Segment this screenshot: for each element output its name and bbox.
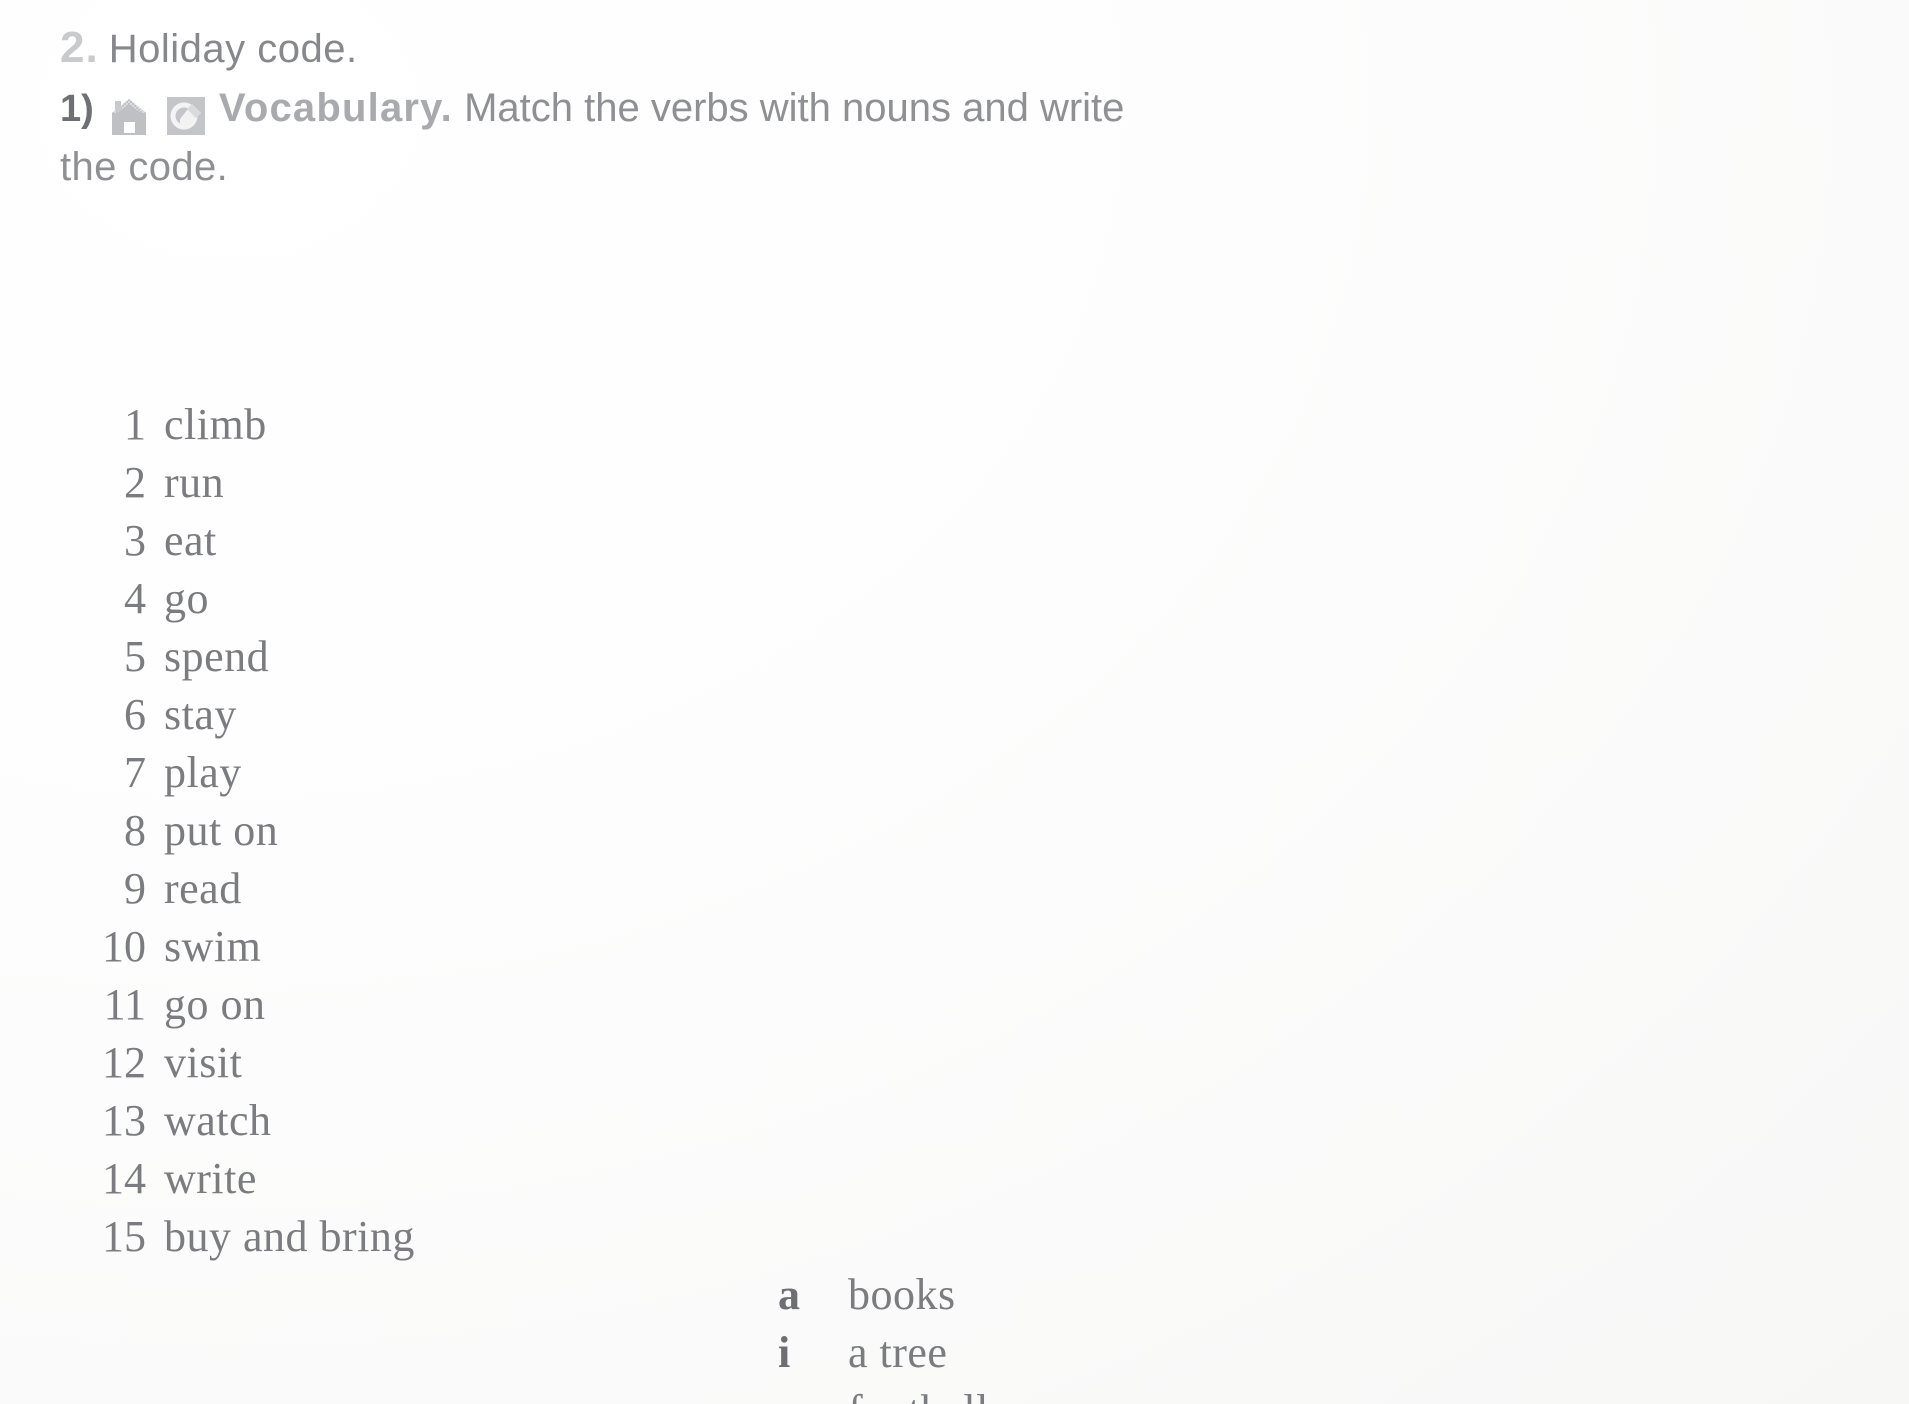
noun-key: a	[778, 1270, 800, 1319]
verb-row: 15 buy and bring	[60, 1211, 580, 1269]
verb-row: 10 swim	[60, 921, 580, 979]
verb-text: put on	[164, 806, 279, 855]
verb-row: 7 play	[60, 747, 580, 805]
noun-row: a books	[778, 1269, 1338, 1327]
verb-row: 13 watch	[60, 1095, 580, 1153]
verb-index: 12	[102, 1038, 146, 1087]
verb-index: 3	[124, 516, 146, 565]
noun-key: o	[778, 1385, 832, 1404]
verb-row: 5 spend	[60, 631, 580, 689]
verb-index: 4	[124, 574, 146, 623]
verb-row: 8 put on	[60, 805, 580, 863]
verb-text: buy and bring	[164, 1212, 415, 1261]
sub-exercise-number: 1)	[60, 88, 94, 130]
verb-index: 6	[124, 690, 146, 739]
verb-index: 13	[102, 1096, 146, 1145]
vocabulary-label: Vocabulary.	[218, 86, 453, 130]
verb-text: eat	[164, 516, 217, 565]
verb-row: 4 go	[60, 573, 580, 631]
verb-text: go on	[164, 980, 266, 1029]
house-icon	[108, 95, 150, 137]
exercise-header: 2. Holiday code. 1) Vocabulary. Match th…	[60, 22, 1780, 193]
verb-index: 7	[124, 748, 146, 797]
verb-text: write	[164, 1154, 257, 1203]
instruction-text-line1: Match the verbs with nouns and write	[464, 86, 1125, 130]
noun-text: football	[832, 1385, 989, 1404]
noun-text: books	[848, 1270, 956, 1319]
verb-row: 6 stay	[60, 689, 580, 747]
verb-row: 9 read	[60, 863, 580, 921]
verb-text: go	[164, 574, 209, 623]
verb-index: 9	[124, 864, 146, 913]
verb-text: read	[164, 864, 242, 913]
exercise-number: 2.	[60, 23, 99, 72]
verb-row: 3 eat	[60, 515, 580, 573]
verb-text: watch	[164, 1096, 272, 1145]
verb-index: 2	[124, 458, 146, 507]
noun-key: i	[778, 1328, 791, 1377]
verb-row: 11 go on	[60, 979, 580, 1037]
verb-index: 5	[124, 632, 146, 681]
verb-text: visit	[164, 1038, 243, 1087]
verb-row: 14 write	[60, 1153, 580, 1211]
verb-index: 1	[124, 400, 146, 449]
verb-text: spend	[164, 632, 270, 681]
page-title: Holiday code.	[108, 27, 358, 71]
verb-index: 15	[102, 1212, 146, 1261]
noun-row: o football	[778, 1385, 1338, 1404]
noun-text: a tree	[848, 1328, 948, 1377]
verb-row: 12 visit	[60, 1037, 580, 1095]
verb-row: 2 run	[60, 457, 580, 515]
worksheet-page: 2. Holiday code. 1) Vocabulary. Match th…	[0, 0, 1909, 1404]
instruction-text-line2: the code.	[60, 145, 229, 189]
verb-row: 1 climb	[60, 399, 580, 457]
instruction-icons	[108, 87, 211, 141]
verb-text: run	[164, 458, 225, 507]
exercise-title-line: 2. Holiday code.	[60, 22, 1780, 75]
nouns-column: a books i a tree o football y nice food …	[778, 1269, 1338, 1404]
verb-text: climb	[164, 400, 267, 449]
verb-index: 8	[124, 806, 146, 855]
verb-index: 14	[102, 1154, 146, 1203]
noun-row: i a tree	[778, 1327, 1338, 1385]
verb-index: 11	[103, 980, 146, 1029]
exercise-instruction: 1) Vocabulary. Match the verbs with noun…	[60, 81, 1420, 141]
verb-text: swim	[164, 922, 262, 971]
verb-text: stay	[164, 690, 237, 739]
verb-text: play	[164, 748, 242, 797]
verbs-column: 1 climb 2 run 3 eat 4 go 5 spend 6 stay …	[60, 399, 580, 1269]
pencil-circle-icon	[165, 95, 207, 137]
verb-index: 10	[102, 922, 146, 971]
